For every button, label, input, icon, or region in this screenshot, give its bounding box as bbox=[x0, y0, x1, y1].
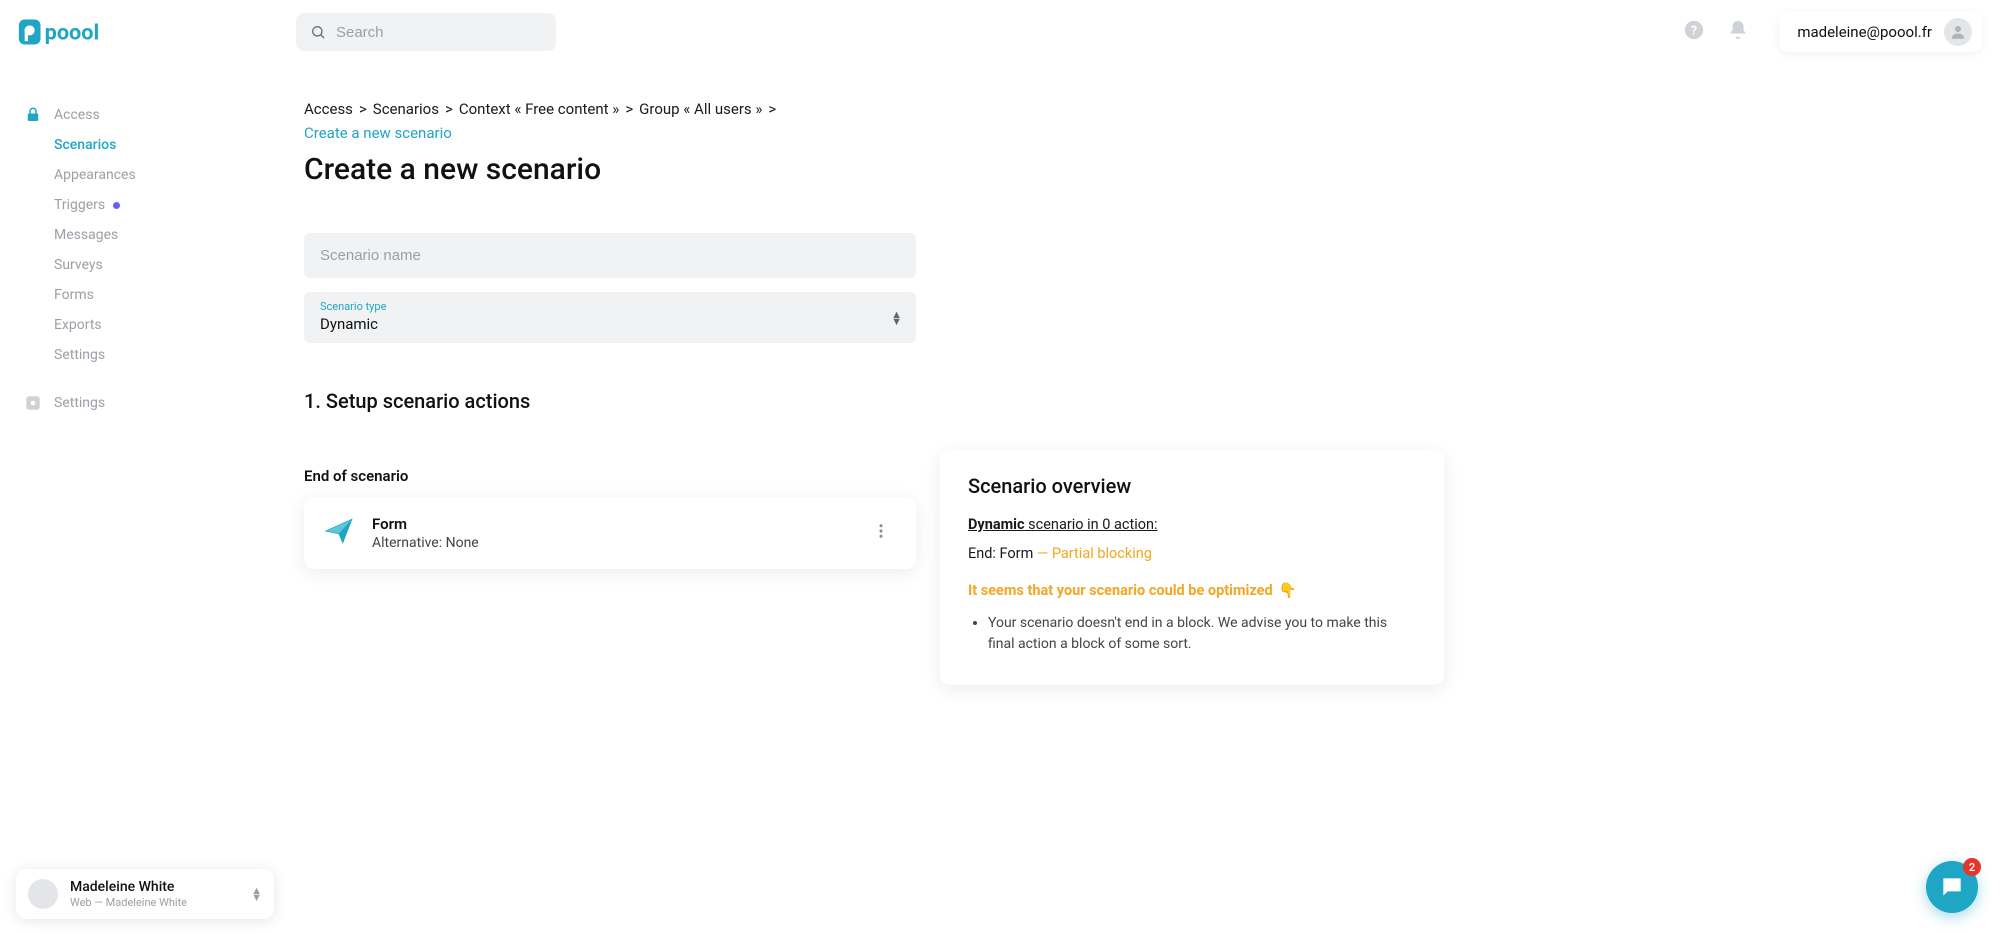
sidebar-item-label: Surveys bbox=[54, 257, 103, 273]
lock-icon bbox=[24, 106, 42, 124]
sidebar-item-forms[interactable]: Forms bbox=[48, 280, 280, 310]
sidebar-items: Scenarios Appearances Triggers Messages … bbox=[48, 130, 280, 370]
breadcrumb-separator: > bbox=[768, 100, 776, 118]
sidebar-item-label: Forms bbox=[54, 287, 94, 303]
action-subtitle: Alternative: None bbox=[372, 535, 848, 551]
breadcrumb-part[interactable]: Context « Free content » bbox=[459, 100, 619, 118]
search-box[interactable] bbox=[296, 13, 556, 51]
sidebar-global-settings[interactable]: Settings bbox=[18, 388, 280, 418]
project-subtitle: Web — Madeleine White bbox=[70, 896, 239, 909]
scenario-type-value: Dynamic bbox=[320, 315, 900, 333]
sidebar-item-settings[interactable]: Settings bbox=[48, 340, 280, 370]
sidebar-item-label: Exports bbox=[54, 317, 102, 333]
overview-bullets: Your scenario doesn't end in a block. We… bbox=[968, 613, 1416, 655]
main-content: Access > Scenarios > Context « Free cont… bbox=[292, 64, 2000, 933]
sidebar-item-messages[interactable]: Messages bbox=[48, 220, 280, 250]
end-of-scenario-heading: End of scenario bbox=[304, 467, 916, 485]
chat-icon bbox=[1939, 874, 1965, 900]
action-title: Form bbox=[372, 515, 848, 533]
scenario-type-select[interactable]: Scenario type Dynamic ▲▼ bbox=[304, 292, 916, 343]
sidebar: Access Scenarios Appearances Triggers Me… bbox=[0, 64, 292, 933]
project-title: Madeleine White bbox=[70, 879, 239, 895]
sidebar-item-label: Messages bbox=[54, 227, 118, 243]
page-title: Create a new scenario bbox=[304, 152, 916, 187]
project-avatar bbox=[28, 879, 58, 909]
sidebar-global-settings-label: Settings bbox=[54, 395, 105, 411]
scenario-type-label: Scenario type bbox=[320, 300, 900, 313]
avatar bbox=[1944, 18, 1972, 46]
breadcrumb-separator: > bbox=[445, 100, 453, 118]
gear-icon bbox=[24, 394, 42, 412]
sidebar-item-label: Settings bbox=[54, 347, 105, 363]
sidebar-section-access[interactable]: Access bbox=[18, 100, 280, 130]
svg-text:poool: poool bbox=[45, 21, 100, 46]
sidebar-item-label: Scenarios bbox=[54, 137, 116, 153]
breadcrumb-part[interactable]: Scenarios bbox=[373, 100, 439, 118]
pointing-down-icon: 👇 bbox=[1279, 582, 1297, 599]
overview-end-line: End: Form — Partial blocking bbox=[968, 545, 1416, 562]
overview-optimize-heading: It seems that your scenario could be opt… bbox=[968, 582, 1416, 599]
sidebar-item-scenarios[interactable]: Scenarios bbox=[48, 130, 280, 160]
search-input[interactable] bbox=[336, 24, 542, 41]
brand-logo[interactable]: poool bbox=[18, 17, 278, 47]
project-switcher[interactable]: Madeleine White Web — Madeleine White ▲▼ bbox=[16, 869, 274, 919]
breadcrumb-part[interactable]: Group « All users » bbox=[639, 100, 762, 118]
breadcrumb-separator: > bbox=[625, 100, 633, 118]
help-icon[interactable]: ? bbox=[1683, 19, 1705, 45]
header-icons: ? bbox=[1683, 19, 1749, 45]
scenario-name-input[interactable] bbox=[320, 247, 900, 264]
updown-chevron-icon: ▲▼ bbox=[891, 311, 902, 325]
sidebar-item-surveys[interactable]: Surveys bbox=[48, 250, 280, 280]
end-action-card: Form Alternative: None bbox=[304, 497, 916, 569]
sidebar-item-label: Triggers bbox=[54, 197, 105, 213]
overview-summary: Dynamic scenario in 0 action: bbox=[968, 516, 1416, 533]
sidebar-item-triggers[interactable]: Triggers bbox=[48, 190, 280, 220]
notifications-icon[interactable] bbox=[1727, 19, 1749, 45]
sidebar-item-label: Appearances bbox=[54, 167, 136, 183]
breadcrumb-part[interactable]: Access bbox=[304, 100, 353, 118]
breadcrumb-separator: > bbox=[359, 100, 367, 118]
breadcrumb: Access > Scenarios > Context « Free cont… bbox=[304, 100, 916, 142]
scenario-name-field[interactable] bbox=[304, 233, 916, 278]
overview-bullet: Your scenario doesn't end in a block. We… bbox=[988, 613, 1416, 655]
sidebar-item-exports[interactable]: Exports bbox=[48, 310, 280, 340]
sidebar-item-appearances[interactable]: Appearances bbox=[48, 160, 280, 190]
app-header: poool ? madeleine@poool.fr bbox=[0, 0, 2000, 64]
user-menu[interactable]: madeleine@poool.fr bbox=[1779, 12, 1982, 52]
poool-logo-icon: poool bbox=[18, 17, 118, 47]
svg-text:?: ? bbox=[1691, 24, 1697, 39]
user-email: madeleine@poool.fr bbox=[1797, 23, 1932, 41]
scenario-overview-card: Scenario overview Dynamic scenario in 0 … bbox=[940, 450, 1444, 685]
paper-plane-icon bbox=[324, 516, 354, 550]
kebab-icon bbox=[872, 522, 890, 540]
chat-launcher[interactable]: 2 bbox=[1926, 861, 1978, 913]
search-icon bbox=[310, 23, 326, 41]
updown-chevron-icon: ▲▼ bbox=[251, 887, 262, 901]
breadcrumb-current: Create a new scenario bbox=[304, 124, 452, 142]
action-menu-button[interactable] bbox=[866, 516, 896, 550]
chat-badge: 2 bbox=[1963, 858, 1981, 876]
indicator-dot-icon bbox=[113, 202, 120, 209]
section-heading: 1. Setup scenario actions bbox=[304, 389, 916, 413]
overview-heading: Scenario overview bbox=[968, 474, 1416, 498]
sidebar-section-label: Access bbox=[54, 107, 100, 123]
